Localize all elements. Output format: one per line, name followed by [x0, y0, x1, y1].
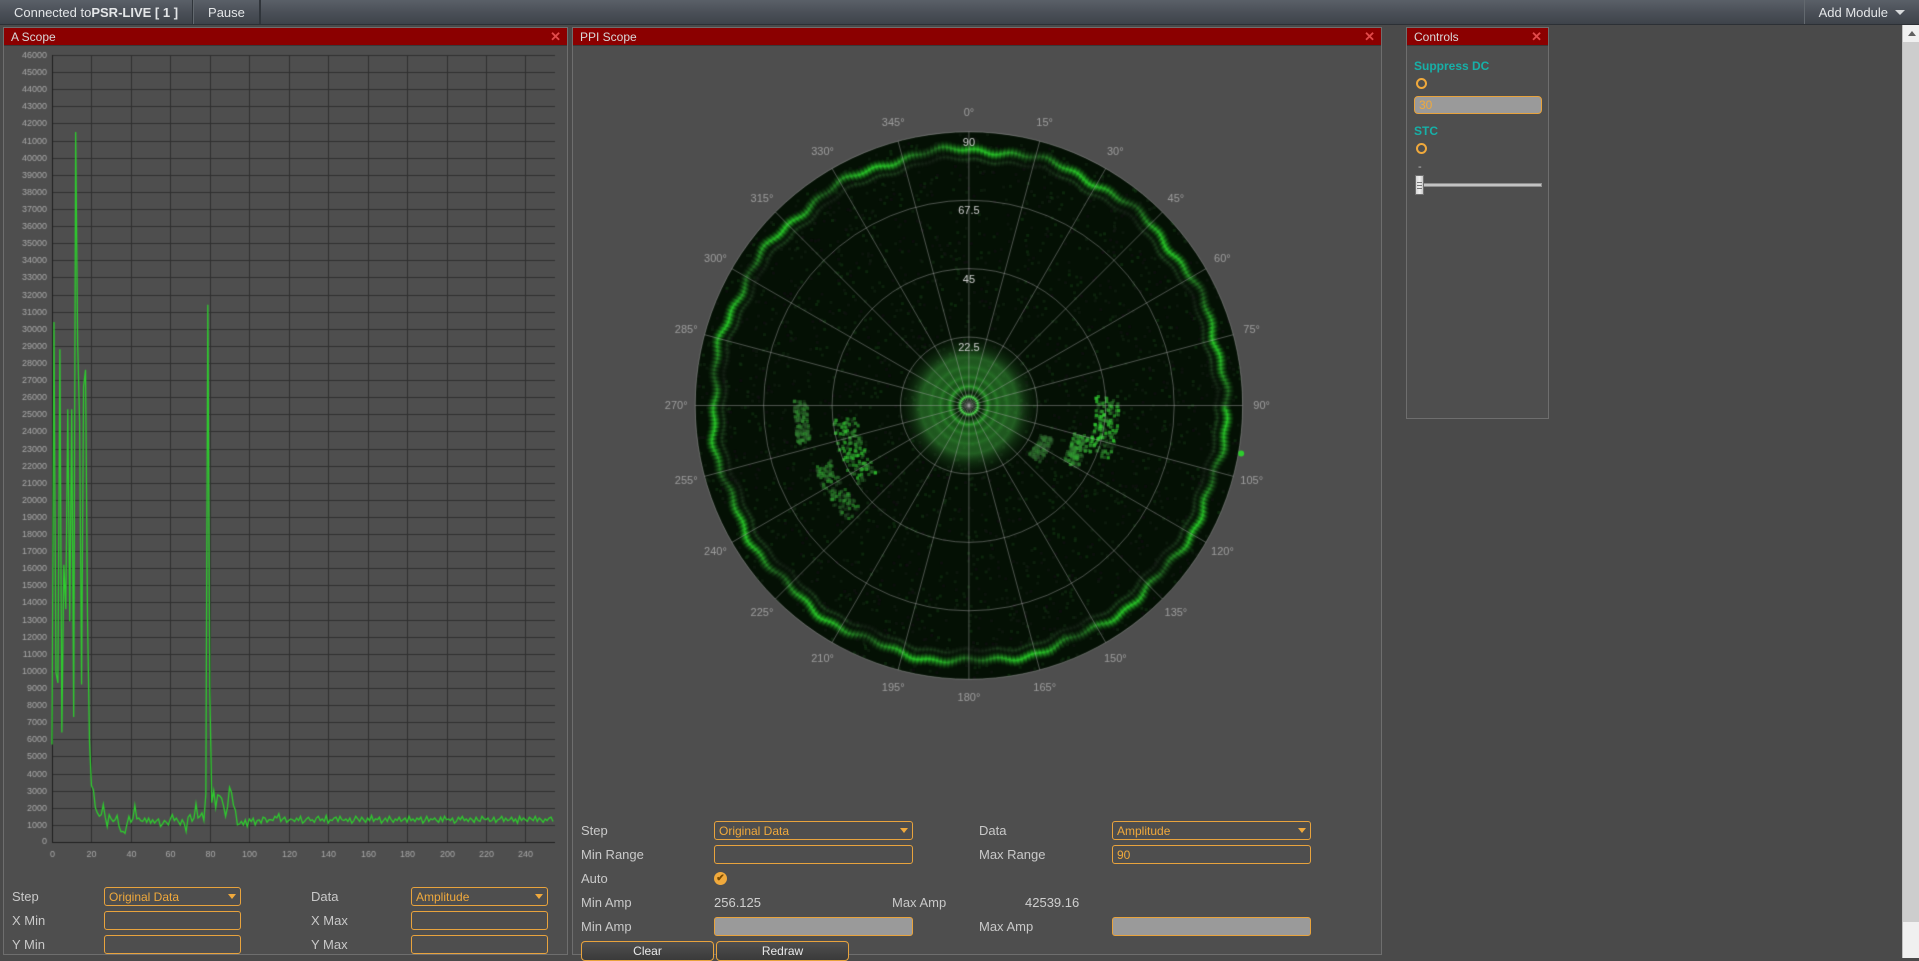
a-scope-controls-form: Step Original Data Data Amplitude X Min …: [4, 880, 567, 954]
a-scope-step-value: Original Data: [109, 890, 179, 904]
a-scope-x-row: X Min X Max: [12, 910, 559, 931]
a-scope-y-row: Y Min Y Max: [12, 934, 559, 955]
a-scope-title: A Scope: [11, 28, 56, 46]
close-icon[interactable]: ✕: [550, 30, 561, 43]
ppi-max-range-group: Max Range 90: [979, 845, 1311, 864]
ppi-auto-checkbox[interactable]: ✔: [714, 872, 727, 885]
stc-slider-thumb[interactable]: [1415, 175, 1424, 195]
ppi-display-area: [573, 47, 1381, 818]
ppi-amp-input-row: Min Amp Max Amp: [581, 916, 1373, 937]
ppi-controls-form: Step Original Data Data Amplitude Min Ra…: [573, 816, 1381, 954]
a-scope-y-max-input[interactable]: [411, 935, 548, 954]
stc-slider-track: [1418, 183, 1542, 187]
close-icon[interactable]: ✕: [1364, 30, 1375, 43]
ppi-min-amp-input[interactable]: [714, 917, 913, 936]
a-scope-x-max-group: X Max: [311, 911, 548, 930]
pause-label: Pause: [208, 5, 245, 20]
ppi-amp-stat-row: Min Amp 256.125 Max Amp 42539.16: [581, 892, 1373, 913]
a-scope-x-max-label: X Max: [311, 913, 411, 928]
stc-label: STC: [1414, 124, 1541, 138]
controls-body: Suppress DC 30 STC -: [1407, 47, 1548, 208]
a-scope-step-label: Step: [12, 889, 104, 904]
ppi-step-label: Step: [581, 823, 714, 838]
ppi-min-amp-stat-label: Min Amp: [581, 895, 714, 910]
a-scope-panel: A Scope ✕ Step Original Data Data Amplit…: [3, 27, 568, 955]
scroll-up-button[interactable]: [1903, 25, 1919, 42]
controls-title-bar: Controls ✕: [1407, 28, 1548, 46]
a-scope-data-group: Data Amplitude: [311, 887, 548, 906]
chevron-down-icon: [900, 828, 908, 833]
suppress-dc-input[interactable]: 30: [1414, 96, 1542, 114]
ppi-data-select[interactable]: Amplitude: [1112, 821, 1311, 840]
ppi-max-range-label: Max Range: [979, 847, 1112, 862]
chevron-down-icon: [228, 894, 236, 899]
ppi-range-row: Min Range Max Range 90: [581, 844, 1373, 865]
a-scope-data-select[interactable]: Amplitude: [411, 887, 548, 906]
chevron-down-icon: [1298, 828, 1306, 833]
a-scope-y-max-label: Y Max: [311, 937, 411, 952]
controls-panel: Controls ✕ Suppress DC 30 STC -: [1406, 27, 1549, 419]
close-icon[interactable]: ✕: [1531, 30, 1542, 43]
add-module-button[interactable]: Add Module: [1804, 0, 1919, 24]
ppi-max-amp-stat-value: 42539.16: [1025, 895, 1079, 910]
suppress-dc-label: Suppress DC: [1414, 59, 1541, 73]
a-scope-plot-area: [4, 47, 567, 882]
a-scope-title-bar: A Scope ✕: [4, 28, 567, 46]
ppi-max-amp-label: Max Amp: [979, 919, 1112, 934]
scrollbar-thumb[interactable]: [1903, 42, 1919, 922]
a-scope-y-max-group: Y Max: [311, 935, 548, 954]
stc-slider[interactable]: [1414, 174, 1542, 196]
connection-status-button[interactable]: Connected to PSR-LIVE [ 1 ]: [0, 0, 193, 24]
ppi-auto-label: Auto: [581, 871, 714, 886]
stc-radio[interactable]: [1416, 143, 1427, 154]
ppi-max-range-input[interactable]: 90: [1112, 845, 1311, 864]
window-scrollbar[interactable]: [1902, 25, 1919, 958]
chevron-down-icon: [535, 894, 543, 899]
a-scope-chart-canvas[interactable]: [4, 47, 567, 882]
stc-tick-label: -: [1418, 161, 1541, 172]
ppi-radar-canvas[interactable]: [573, 47, 1381, 818]
a-scope-step-row: Step Original Data Data Amplitude: [12, 886, 559, 907]
ppi-auto-row: Auto ✔: [581, 868, 1373, 889]
a-scope-step-select[interactable]: Original Data: [104, 887, 241, 906]
ppi-min-amp-label: Min Amp: [581, 919, 714, 934]
ppi-scope-title-bar: PPI Scope ✕: [573, 28, 1381, 46]
ppi-min-amp-stat-value: 256.125: [714, 895, 761, 910]
top-menu-bar: Connected to PSR-LIVE [ 1 ] Pause Add Mo…: [0, 0, 1919, 25]
chevron-down-icon: [1895, 10, 1905, 15]
ppi-scope-title: PPI Scope: [580, 28, 637, 46]
a-scope-x-min-input[interactable]: [104, 911, 241, 930]
add-module-label: Add Module: [1819, 5, 1888, 20]
a-scope-y-min-label: Y Min: [12, 937, 104, 952]
a-scope-x-min-label: X Min: [12, 913, 104, 928]
a-scope-data-value: Amplitude: [416, 890, 469, 904]
ppi-data-value: Amplitude: [1117, 824, 1170, 838]
a-scope-x-max-input[interactable]: [411, 911, 548, 930]
topbar-spacer: [260, 0, 1804, 24]
chevron-up-icon: [1908, 31, 1916, 36]
ppi-scope-panel: PPI Scope ✕ Step Original Data Data Ampl…: [572, 27, 1382, 955]
a-scope-y-min-input[interactable]: [104, 935, 241, 954]
a-scope-data-label: Data: [311, 889, 411, 904]
ppi-step-value: Original Data: [719, 824, 789, 838]
ppi-data-group: Data Amplitude: [979, 821, 1311, 840]
ppi-max-amp-group: Max Amp: [979, 917, 1311, 936]
ppi-step-row: Step Original Data Data Amplitude: [581, 820, 1373, 841]
ppi-step-select[interactable]: Original Data: [714, 821, 913, 840]
connection-prefix-label: Connected to: [14, 5, 91, 20]
ppi-min-range-label: Min Range: [581, 847, 714, 862]
ppi-max-amp-stat-label: Max Amp: [892, 895, 1025, 910]
connection-name-label: PSR-LIVE [ 1 ]: [91, 5, 178, 20]
suppress-dc-radio[interactable]: [1416, 78, 1427, 89]
controls-title: Controls: [1414, 28, 1459, 46]
ppi-max-amp-stat-group: Max Amp 42539.16: [892, 895, 1079, 910]
ppi-data-label: Data: [979, 823, 1112, 838]
ppi-min-range-input[interactable]: [714, 845, 913, 864]
pause-button[interactable]: Pause: [193, 0, 260, 24]
ppi-max-amp-input[interactable]: [1112, 917, 1311, 936]
